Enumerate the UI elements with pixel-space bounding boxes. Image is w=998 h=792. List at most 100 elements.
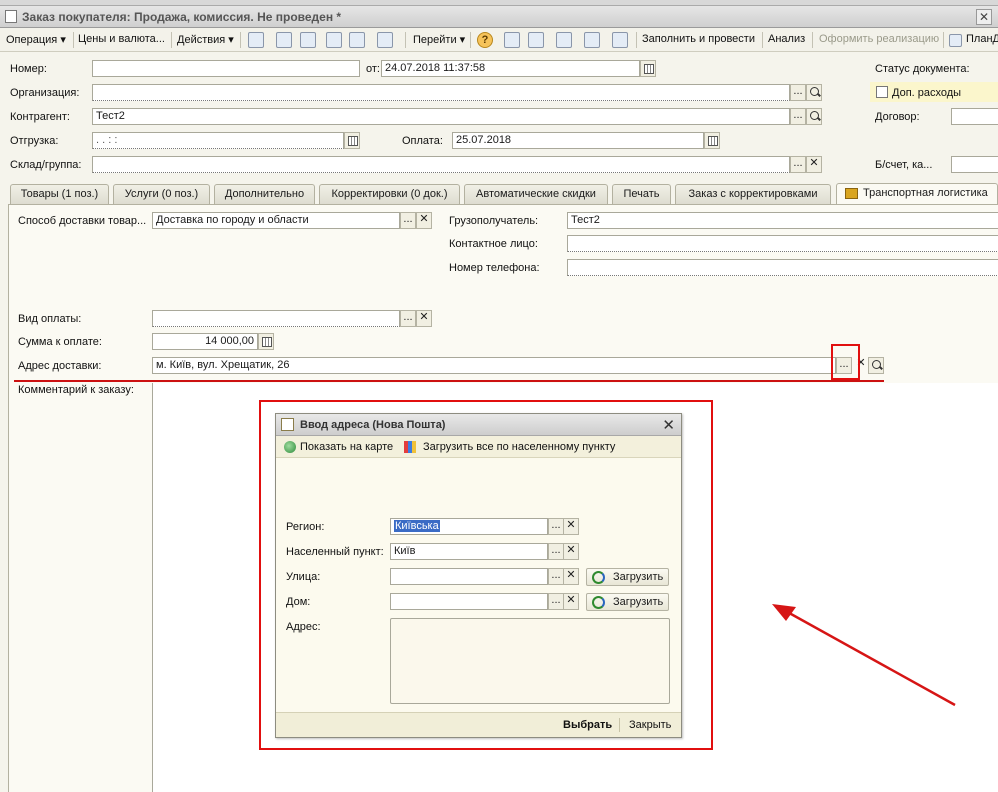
street-clear-icon[interactable]: ✕ bbox=[563, 568, 579, 585]
prices-currency-button[interactable]: Цены и валюта... bbox=[78, 33, 165, 45]
city-clear-icon[interactable]: ✕ bbox=[563, 543, 579, 560]
close-button[interactable]: Закрыть bbox=[629, 719, 671, 731]
warehouse-label: Склад/группа: bbox=[10, 159, 82, 171]
city-select-button[interactable]: ... bbox=[548, 543, 564, 560]
phone-label: Номер телефона: bbox=[449, 262, 540, 274]
region-value: Київська bbox=[394, 520, 440, 532]
structure-icon[interactable] bbox=[377, 32, 393, 48]
goto-menu[interactable]: Перейти ▾ bbox=[413, 33, 465, 46]
unpost-icon[interactable] bbox=[349, 32, 365, 48]
contract-field[interactable] bbox=[951, 108, 998, 125]
street-field[interactable] bbox=[390, 568, 548, 585]
history-icon[interactable] bbox=[556, 32, 572, 48]
payment-type-select-button[interactable]: ... bbox=[400, 310, 416, 327]
contact-person-field[interactable] bbox=[567, 235, 998, 252]
number-field[interactable] bbox=[92, 60, 360, 77]
plan-icon[interactable] bbox=[949, 34, 962, 47]
organization-search-icon[interactable] bbox=[806, 84, 822, 101]
street-select-button[interactable]: ... bbox=[548, 568, 564, 585]
region-select-button[interactable]: ... bbox=[548, 518, 564, 535]
house-label: Дом: bbox=[286, 596, 311, 608]
extra-costs-label: Доп. расходы bbox=[892, 87, 962, 99]
date-calendar-icon[interactable] bbox=[640, 60, 656, 77]
warehouse-field[interactable] bbox=[92, 156, 790, 173]
contractor-select-button[interactable]: ... bbox=[790, 108, 806, 125]
go-up-icon[interactable] bbox=[248, 32, 264, 48]
help-icon[interactable]: ? bbox=[477, 32, 493, 48]
copy-icon[interactable] bbox=[300, 32, 316, 48]
payment-type-label: Вид оплаты: bbox=[18, 313, 82, 325]
tab-services[interactable]: Услуги (0 поз.) bbox=[113, 184, 210, 204]
organization-field[interactable] bbox=[92, 84, 790, 101]
tab-order-corrections[interactable]: Заказ с корректировками bbox=[675, 184, 831, 204]
house-clear-icon[interactable]: ✕ bbox=[563, 593, 579, 610]
date-field[interactable]: 24.07.2018 11:37:58 bbox=[381, 60, 640, 77]
checklist-icon[interactable] bbox=[528, 32, 544, 48]
payment-type-clear-icon[interactable]: ✕ bbox=[416, 310, 432, 327]
shipment-label: Отгрузка: bbox=[10, 135, 59, 147]
tab-corrections[interactable]: Корректировки (0 док.) bbox=[319, 184, 460, 204]
region-field[interactable]: Київська bbox=[390, 518, 548, 535]
window-close-icon[interactable]: ✕ bbox=[976, 9, 992, 25]
reload-icon bbox=[592, 596, 605, 609]
contractor-field[interactable]: Тест2 bbox=[92, 108, 790, 125]
contact-person-label: Контактное лицо: bbox=[449, 238, 538, 250]
city-field[interactable]: Київ bbox=[390, 543, 548, 560]
amount-calculator-icon[interactable] bbox=[258, 333, 274, 350]
actions-menu[interactable]: Действия ▾ bbox=[177, 33, 234, 46]
tab-goods[interactable]: Товары (1 поз.) bbox=[10, 184, 109, 204]
operation-menu[interactable]: Операция ▾ bbox=[6, 33, 66, 46]
print-form-icon[interactable] bbox=[612, 32, 628, 48]
payment-type-field[interactable] bbox=[152, 310, 400, 327]
delivery-address-field[interactable]: м. Київ, вул. Хрещатик, 26 bbox=[152, 357, 836, 374]
contractor-label: Контрагент: bbox=[10, 111, 70, 123]
payment-calendar-icon[interactable] bbox=[704, 132, 720, 149]
list-icon[interactable] bbox=[504, 32, 520, 48]
consignee-field[interactable]: Тест2 bbox=[567, 212, 998, 229]
tab-print[interactable]: Печать bbox=[612, 184, 671, 204]
tab-auto-discounts[interactable]: Автоматические скидки bbox=[464, 184, 608, 204]
payment-label: Оплата: bbox=[402, 135, 443, 147]
organization-select-button[interactable]: ... bbox=[790, 84, 806, 101]
region-label: Регион: bbox=[286, 521, 325, 533]
delivery-method-select-button[interactable]: ... bbox=[400, 212, 416, 229]
payment-date-field[interactable]: 25.07.2018 bbox=[452, 132, 704, 149]
street-load-button[interactable]: Загрузить bbox=[586, 568, 669, 586]
number-label: Номер: bbox=[10, 63, 47, 75]
address-textarea[interactable] bbox=[390, 618, 670, 704]
house-load-button[interactable]: Загрузить bbox=[586, 593, 669, 611]
tab-transport-logistics[interactable]: Транспортная логистика bbox=[836, 183, 998, 205]
warehouse-select-button[interactable]: ... bbox=[790, 156, 806, 173]
delivery-address-search-icon[interactable] bbox=[868, 357, 884, 374]
fill-and-post-button[interactable]: Заполнить и провести bbox=[642, 33, 755, 45]
region-clear-icon[interactable]: ✕ bbox=[563, 518, 579, 535]
select-button[interactable]: Выбрать bbox=[563, 719, 612, 731]
shipment-field[interactable]: . . : : bbox=[92, 132, 344, 149]
preview-icon[interactable] bbox=[584, 32, 600, 48]
delivery-method-label: Способ доставки товар... bbox=[18, 215, 147, 227]
dialog-form-icon bbox=[281, 418, 294, 431]
phone-field[interactable] bbox=[567, 259, 998, 276]
document-icon bbox=[5, 10, 17, 23]
shipment-calendar-icon[interactable] bbox=[344, 132, 360, 149]
account-field[interactable] bbox=[951, 156, 998, 173]
status-label: Статус документа: bbox=[875, 63, 970, 75]
warehouse-clear-icon[interactable]: ✕ bbox=[806, 156, 822, 173]
refresh-icon[interactable] bbox=[276, 32, 292, 48]
make-sale-button[interactable]: Оформить реализацию bbox=[819, 33, 939, 45]
analysis-button[interactable]: Анализ bbox=[768, 33, 805, 45]
delivery-method-field[interactable]: Доставка по городу и области bbox=[152, 212, 400, 229]
contractor-search-icon[interactable] bbox=[806, 108, 822, 125]
load-all-button[interactable]: Загрузить все по населенному пункту bbox=[423, 441, 615, 453]
amount-field[interactable]: 14 000,00 bbox=[152, 333, 258, 350]
house-field[interactable] bbox=[390, 593, 548, 610]
delivery-method-clear-icon[interactable]: ✕ bbox=[416, 212, 432, 229]
dialog-titlebar: Ввод адреса (Нова Пошта) ✕ bbox=[276, 414, 681, 436]
dialog-close-icon[interactable]: ✕ bbox=[662, 416, 675, 434]
extra-costs-checkbox[interactable] bbox=[876, 86, 888, 98]
tab-additional[interactable]: Дополнительно bbox=[214, 184, 315, 204]
post-icon[interactable] bbox=[326, 32, 342, 48]
house-select-button[interactable]: ... bbox=[548, 593, 564, 610]
show-on-map-button[interactable]: Показать на карте bbox=[300, 441, 393, 453]
plan-button[interactable]: ПланД bbox=[966, 33, 998, 45]
